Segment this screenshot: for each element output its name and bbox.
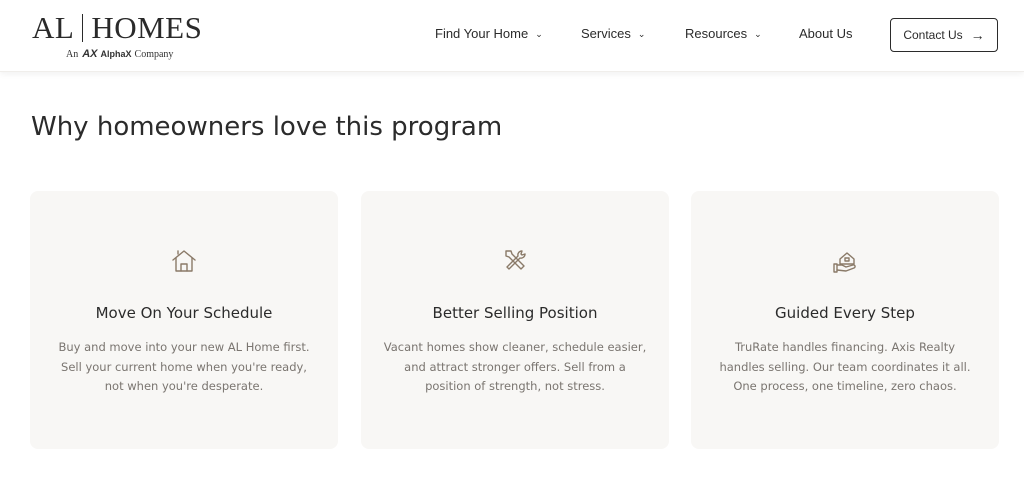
feature-card: Better Selling Position Vacant homes sho… [361, 191, 669, 449]
contact-us-button[interactable]: Contact Us → [890, 18, 998, 52]
chevron-down-icon: ⌄ [754, 29, 762, 39]
brand-wordmark: AL HOMES [32, 10, 202, 46]
card-description: TruRate handles financing. Axis Realty h… [719, 340, 971, 393]
chevron-down-icon: ⌄ [637, 29, 646, 39]
nav-item-label: Services [581, 26, 631, 41]
site-header: AL HOMES An AX AlphaX Company Find Your Home… [0, 0, 1024, 72]
nav-item-services[interactable]: Services ⌄ [581, 26, 645, 41]
tools-icon [505, 250, 526, 270]
section-title: Why homeowners love this program [31, 112, 503, 142]
nav-item-label: Find Your Home [435, 26, 529, 41]
card-title: Move On Your Schedule [95, 304, 273, 322]
brand-right-text: HOMES [91, 10, 203, 45]
card-title: Better Selling Position [432, 304, 598, 322]
nav-item-label: Resources [685, 26, 748, 41]
arrow-right-icon: → [970, 27, 985, 43]
house-icon [172, 250, 196, 272]
card-description: Buy and move into your new AL Home first… [58, 340, 310, 393]
hand-house-icon [833, 252, 856, 273]
feature-card: Guided Every Step TruRate handles financ… [691, 191, 999, 449]
alphax-logo-icon: AX [82, 48, 98, 60]
brand-tagline-suffix: Company [134, 49, 174, 60]
feature-card: Move On Your Schedule Buy and move into … [30, 191, 338, 449]
nav-item-label: About Us [799, 26, 853, 41]
nav-item-about-us[interactable]: About Us [799, 26, 852, 41]
card-description: Vacant homes show cleaner, schedule easi… [383, 340, 647, 393]
nav-item-resources[interactable]: Resources ⌄ [685, 26, 762, 41]
card-title: Guided Every Step [775, 304, 915, 322]
brand-tagline: An AX AlphaX Company [66, 48, 173, 60]
brand-tagline-prefix: An [66, 49, 79, 60]
brand-tagline-name: AlphaX [100, 49, 132, 59]
brand-divider [82, 14, 84, 42]
contact-us-label: Contact Us [903, 28, 963, 42]
nav-item-find-your-home[interactable]: Find Your Home ⌄ [435, 26, 543, 41]
brand-left-text: AL [32, 10, 75, 45]
chevron-down-icon: ⌄ [535, 29, 543, 39]
brand-logo[interactable]: AL HOMES An AX AlphaX Company [32, 8, 232, 66]
